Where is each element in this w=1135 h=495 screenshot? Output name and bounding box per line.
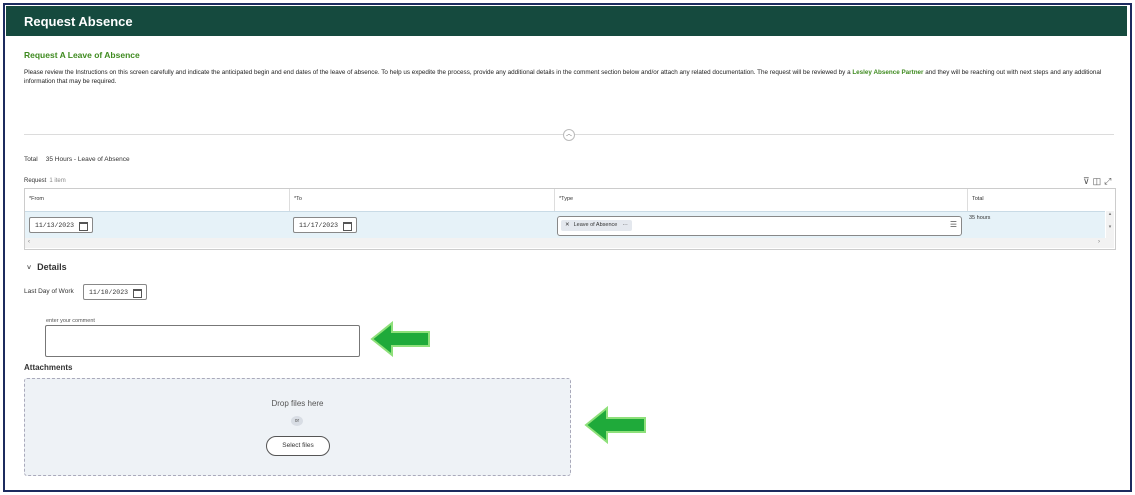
- total-cell: 35 hours: [969, 215, 991, 221]
- scroll-right-arrow-icon[interactable]: ›: [1098, 239, 1100, 245]
- column-layout-icon[interactable]: ◫: [1093, 176, 1102, 186]
- to-date-value: 11/17/2023: [299, 222, 339, 229]
- column-header-type[interactable]: *Type: [555, 189, 968, 211]
- comment-label: enter your comment: [46, 318, 95, 324]
- drop-files-text: Drop files here: [271, 399, 324, 408]
- green-arrow-left-icon: [370, 321, 430, 357]
- column-header-total[interactable]: Total: [968, 189, 1105, 211]
- column-header-to[interactable]: *To: [290, 189, 555, 211]
- horizontal-scrollbar[interactable]: ‹ ›: [25, 238, 1114, 248]
- instructions-part1: Please review the Instructions on this s…: [24, 69, 853, 76]
- details-label: Details: [37, 262, 67, 272]
- table-row: 11/13/2023 11/17/2023 ✕ Leave of Absence ·…: [25, 211, 1105, 240]
- request-label: Request: [24, 178, 47, 184]
- total-value: 35 Hours - Leave of Absence: [45, 156, 130, 163]
- scroll-left-arrow-icon[interactable]: ‹: [28, 239, 30, 245]
- total-summary: Total 35 Hours - Leave of Absence: [24, 156, 130, 163]
- grid-toolbar: ⊽ ◫ ⤢: [1080, 176, 1111, 187]
- scroll-up-arrow-icon[interactable]: ▴: [1106, 211, 1114, 217]
- request-grid-label: Request 1 item: [24, 178, 66, 184]
- calendar-icon[interactable]: [343, 222, 352, 231]
- calendar-icon[interactable]: [79, 222, 88, 231]
- total-label: Total: [24, 156, 38, 163]
- expand-icon[interactable]: ⤢: [1104, 176, 1111, 186]
- comment-field[interactable]: [45, 325, 360, 357]
- details-toggle[interactable]: ˅ Details: [27, 262, 67, 272]
- section-title: Request A Leave of Absence: [24, 50, 140, 60]
- instructions-text: Please review the Instructions on this s…: [24, 68, 1114, 86]
- type-select[interactable]: ✕ Leave of Absence ··· ☰: [557, 216, 962, 236]
- vertical-scrollbar[interactable]: ▴ ▾: [1106, 211, 1114, 238]
- to-date-input[interactable]: 11/17/2023: [293, 217, 357, 233]
- from-date-input[interactable]: 11/13/2023: [29, 217, 93, 233]
- file-drop-zone[interactable]: Drop files here or Select files: [24, 378, 571, 476]
- page-header: Request Absence: [6, 6, 1127, 36]
- collapse-chevron-up-icon[interactable]: ︿: [563, 129, 575, 141]
- filter-icon[interactable]: ⊽: [1083, 176, 1090, 186]
- list-prompt-icon[interactable]: ☰: [950, 220, 957, 229]
- from-date-value: 11/13/2023: [35, 222, 75, 229]
- last-day-date-value: 11/10/2023: [89, 289, 129, 296]
- green-arrow-left-icon: [584, 406, 646, 444]
- chevron-down-icon: ˅: [27, 265, 32, 272]
- calendar-icon[interactable]: [133, 289, 142, 298]
- absence-partner-link[interactable]: Lesley Absence Partner: [852, 69, 923, 76]
- scroll-down-arrow-icon[interactable]: ▾: [1106, 224, 1114, 230]
- last-day-date-input[interactable]: 11/10/2023: [83, 284, 147, 300]
- remove-x-icon[interactable]: ✕: [565, 222, 570, 228]
- last-day-of-work-label: Last Day of Work: [24, 288, 74, 295]
- page-title: Request Absence: [24, 14, 133, 29]
- type-pill: ✕ Leave of Absence ···: [561, 220, 632, 231]
- attachments-label: Attachments: [24, 363, 73, 372]
- or-badge: or: [291, 416, 303, 426]
- column-header-from[interactable]: *From: [25, 189, 290, 211]
- more-options-icon[interactable]: ···: [622, 222, 628, 228]
- type-value: Leave of Absence: [573, 222, 618, 228]
- request-count: 1 item: [49, 178, 66, 184]
- select-files-button[interactable]: Select files: [266, 436, 330, 456]
- request-grid: *From *To *Type Total 11/13/2023 11/17/2…: [24, 188, 1116, 250]
